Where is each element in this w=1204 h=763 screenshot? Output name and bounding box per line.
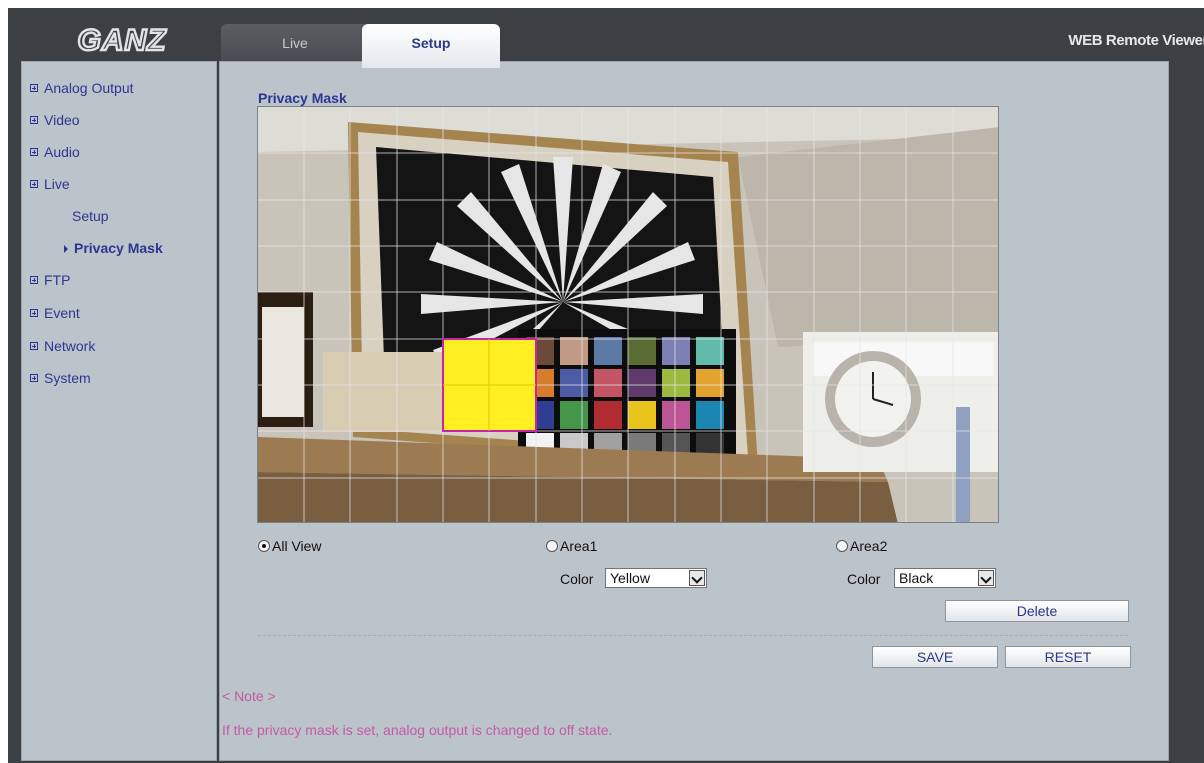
all-view-radio[interactable]: All View <box>258 538 322 554</box>
expand-icon <box>30 276 38 284</box>
expand-icon <box>30 84 38 92</box>
tab-setup[interactable]: Setup <box>362 24 500 68</box>
page-title: Privacy Mask <box>258 90 347 106</box>
sidebar: Analog Output Video Audio Live Setup Pri… <box>21 61 217 761</box>
note-text: If the privacy mask is set, analog outpu… <box>222 722 613 738</box>
camera-image <box>258 107 998 522</box>
area1-color-select[interactable]: Yellow <box>605 568 707 588</box>
tab-live[interactable]: Live <box>221 24 369 66</box>
app-window: GANZ Live Setup WEB Remote Viewer Analog… <box>8 8 1204 763</box>
expand-icon <box>30 116 38 124</box>
radio-icon <box>546 540 558 552</box>
sidebar-item-ftp[interactable]: FTP <box>30 272 70 288</box>
chevron-down-icon <box>689 570 705 586</box>
reset-button[interactable]: RESET <box>1005 646 1131 668</box>
arrow-right-icon <box>64 245 68 253</box>
save-button[interactable]: SAVE <box>872 646 998 668</box>
expand-icon <box>30 180 38 188</box>
sidebar-subitem-privacy-mask[interactable]: Privacy Mask <box>64 240 163 256</box>
sidebar-item-event[interactable]: Event <box>30 305 80 321</box>
main-panel: Privacy Mask All View Area1 Area2 Color … <box>219 61 1169 761</box>
sidebar-item-audio[interactable]: Audio <box>30 144 80 160</box>
svg-text:GANZ: GANZ <box>78 24 168 56</box>
radio-icon <box>836 540 848 552</box>
sidebar-subitem-setup[interactable]: Setup <box>72 208 109 224</box>
sidebar-item-live[interactable]: Live <box>30 176 70 192</box>
sidebar-item-network[interactable]: Network <box>30 338 95 354</box>
ganz-logo: GANZ <box>76 23 168 56</box>
sidebar-item-video[interactable]: Video <box>30 112 80 128</box>
expand-icon <box>30 342 38 350</box>
area2-color-label: Color <box>847 571 881 587</box>
chevron-down-icon <box>978 570 994 586</box>
radio-selected-icon <box>258 540 270 552</box>
delete-button[interactable]: Delete <box>945 600 1129 622</box>
area2-color-select[interactable]: Black <box>894 568 996 588</box>
sidebar-item-analog-output[interactable]: Analog Output <box>30 80 134 96</box>
note-title: < Note > <box>222 688 276 704</box>
privacy-mask-area1[interactable] <box>442 338 537 432</box>
area2-radio[interactable]: Area2 <box>836 538 887 554</box>
area1-radio[interactable]: Area1 <box>546 538 597 554</box>
sidebar-item-system[interactable]: System <box>30 370 91 386</box>
app-title: WEB Remote Viewer <box>1068 32 1204 49</box>
area1-color-label: Color <box>560 571 594 587</box>
camera-view[interactable] <box>257 106 999 523</box>
expand-icon <box>30 309 38 317</box>
divider <box>258 635 1128 636</box>
expand-icon <box>30 374 38 382</box>
expand-icon <box>30 148 38 156</box>
